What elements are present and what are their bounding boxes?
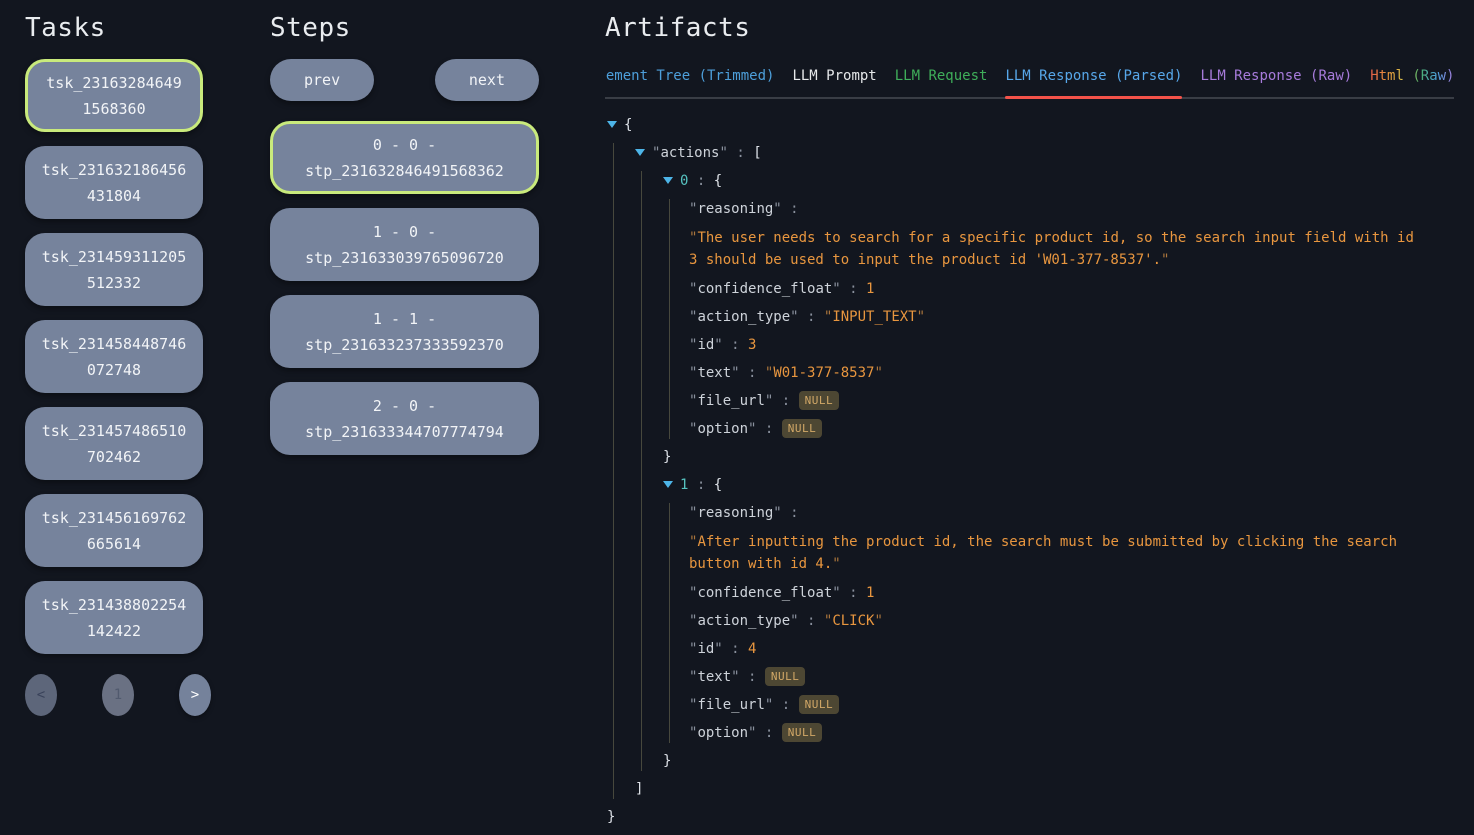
artifact-tabs-viewport: Element Tree (Trimmed) LLM Prompt LLM Requ… [605,65,1456,99]
tab-llm-request[interactable]: LLM Request [895,65,988,97]
json-field-row: "reasoning" : [689,199,1456,219]
prev-step-button[interactable]: prev [270,59,374,101]
pagination-page-button[interactable]: 1 [102,674,134,716]
json-close-row: } [663,447,1456,467]
task-button[interactable]: tsk_231632186456431804 [25,146,203,219]
null-badge: NULL [765,667,806,686]
steps-panel: Steps prev next 0 - 0 - stp_231632846491… [270,10,539,469]
null-badge: NULL [782,419,823,438]
json-scope-object: "reasoning" : "The user needs to search f… [669,199,1456,439]
tab-llm-prompt[interactable]: LLM Prompt [792,65,876,97]
tasks-panel: Tasks tsk_231632846491568360 tsk_23163218… [25,10,203,716]
page-number: 1 [114,687,122,703]
json-close-row: } [607,807,1456,827]
step-button[interactable]: 1 - 1 - stp_231633237333592370 [270,295,539,368]
json-close-row: ] [635,779,1456,799]
json-field-row: "confidence_float" : 1 [689,279,1456,299]
steps-title: Steps [270,10,539,46]
artifacts-title: Artifacts [605,10,1456,46]
tab-element-tree-trimmed[interactable]: Element Tree (Trimmed) [605,65,774,97]
json-array-item-row: 0 : { [663,171,1456,191]
step-button[interactable]: 2 - 0 - stp_231633344707774794 [270,382,539,455]
json-scope-actions: 0 : { "reasoning" : "The user needs to sea… [641,171,1456,771]
tab-html-raw[interactable]: Html (Raw) [1370,65,1454,97]
json-field-row: "file_url" : NULL [689,695,1456,715]
task-button[interactable]: tsk_231632846491568360 [25,59,203,132]
null-badge: NULL [782,723,823,742]
task-list: tsk_231632846491568360 tsk_23163218645643… [25,59,203,654]
step-list: 0 - 0 - stp_231632846491568362 1 - 0 - st… [270,121,539,455]
step-button[interactable]: 0 - 0 - stp_231632846491568362 [270,121,539,194]
tasks-pagination: < 1 > [25,674,211,716]
collapse-triangle-icon[interactable] [635,149,645,156]
json-scope-root: "actions" : [ 0 : { "reasoning" : "The user… [613,143,1456,799]
json-value-multiline: "After inputting the product id, the sea… [689,531,1421,575]
json-value-multiline: "The user needs to search for a specific… [689,227,1421,271]
task-button[interactable]: tsk_231459311205512332 [25,233,203,306]
task-button[interactable]: tsk_231457486510702462 [25,407,203,480]
null-badge: NULL [799,695,840,714]
tasks-title: Tasks [25,10,203,46]
json-field-row: "action_type" : "INPUT_TEXT" [689,307,1456,327]
json-tree: { "actions" : [ 0 : { "reasoning" : "The use… [605,115,1456,827]
next-step-button[interactable]: next [435,59,539,101]
chevron-right-icon: > [191,687,199,703]
json-field-row: "id" : 3 [689,335,1456,355]
steps-nav: prev next [270,59,539,101]
task-button[interactable]: tsk_231456169762665614 [25,494,203,567]
collapse-triangle-icon[interactable] [663,177,673,184]
json-field-row: "text" : NULL [689,667,1456,687]
json-field-row: "option" : NULL [689,723,1456,743]
json-close-row: } [663,751,1456,771]
collapse-triangle-icon[interactable] [663,481,673,488]
json-field-row: "file_url" : NULL [689,391,1456,411]
pagination-prev-button[interactable]: < [25,674,57,716]
tab-llm-response-parsed[interactable]: LLM Response (Parsed) [1005,65,1182,97]
json-field-row: "confidence_float" : 1 [689,583,1456,603]
json-array-item-row: 1 : { [663,475,1456,495]
app-root: Tasks tsk_231632846491568360 tsk_23163218… [0,0,1474,800]
json-scope-object: "reasoning" : "After inputting the produc… [669,503,1456,743]
json-row: "actions" : [ [635,143,1456,163]
task-button[interactable]: tsk_231458448746072748 [25,320,203,393]
task-button[interactable]: tsk_231438802254142422 [25,581,203,654]
artifacts-panel: Artifacts Element Tree (Trimmed) LLM Prom… [605,10,1456,835]
json-field-row: "text" : "W01-377-8537" [689,363,1456,383]
json-field-row: "id" : 4 [689,639,1456,659]
artifact-tabs: Element Tree (Trimmed) LLM Prompt LLM Requ… [605,65,1454,99]
json-field-row: "option" : NULL [689,419,1456,439]
json-row: { [607,115,1456,135]
step-button[interactable]: 1 - 0 - stp_231633039765096720 [270,208,539,281]
pagination-next-button[interactable]: > [179,674,211,716]
chevron-left-icon: < [37,687,45,703]
json-field-row: "reasoning" : [689,503,1456,523]
collapse-triangle-icon[interactable] [607,121,617,128]
null-badge: NULL [799,391,840,410]
json-field-row: "action_type" : "CLICK" [689,611,1456,631]
tab-llm-response-raw[interactable]: LLM Response (Raw) [1200,65,1352,97]
